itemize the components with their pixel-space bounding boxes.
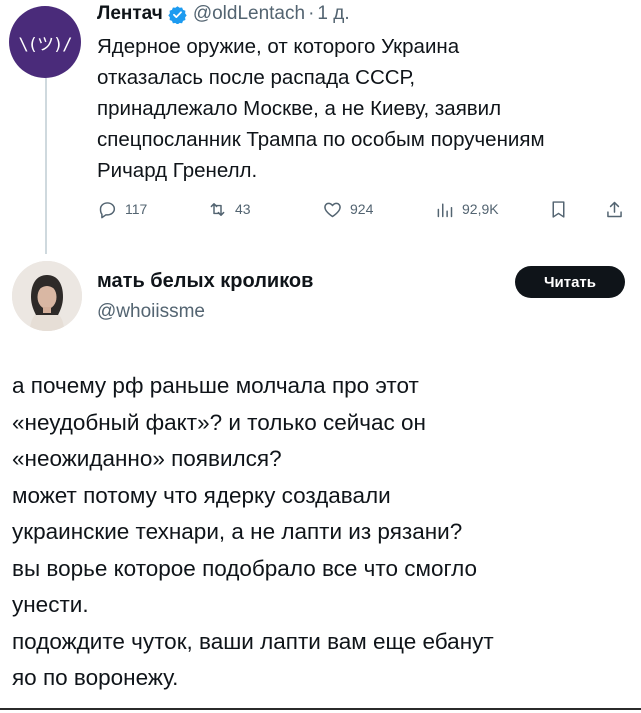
tweet-text-line: Ричард Гренелл.	[97, 159, 258, 182]
bookmark-icon	[552, 200, 565, 218]
tweet-text-line: принадлежало Москве, а не Киеву, заявил	[97, 97, 502, 120]
reply-text-line: унести.	[12, 592, 89, 617]
reply-text-line: яо по воронежу.	[12, 665, 179, 690]
thread-connector-line	[45, 76, 47, 254]
tweet-date[interactable]: 1 д.	[317, 3, 349, 25]
profile-photo-image	[12, 261, 82, 331]
share-icon	[607, 201, 622, 217]
author-handle[interactable]: @oldLentach	[193, 3, 305, 25]
reply-author-avatar[interactable]	[12, 261, 82, 331]
reply-button[interactable]: 117	[97, 194, 147, 224]
follow-read-button[interactable]: Читать	[515, 266, 625, 298]
views-button[interactable]: 92,9K	[434, 194, 499, 224]
repost-count: 43	[235, 201, 251, 217]
tweet-header: Лентач @oldLentach · 1 д.	[97, 3, 350, 25]
lentach-avatar[interactable]: \(ツ)/	[9, 6, 81, 78]
views-count: 92,9K	[462, 201, 499, 217]
screenshot: \(ツ)/ Лентач @oldLentach · 1 д. Ядерное …	[0, 0, 641, 713]
reply-text: а почему рф раньше молчала про этот «неу…	[12, 368, 632, 697]
tweet-text-line: Ядерное оружие, от которого Украина	[97, 35, 460, 58]
reply-count: 117	[125, 201, 148, 217]
views-chart-icon	[437, 203, 453, 217]
bottom-divider	[0, 708, 641, 710]
repost-icon	[210, 202, 225, 216]
reply-text-line: вы ворье которое подобрало все что смогл…	[12, 555, 478, 581]
reply-text-line: а почему рф раньше молчала про этот	[12, 373, 419, 398]
tweet-text-line: отказалась после распада СССР,	[97, 66, 416, 89]
author-name[interactable]: Лентач	[97, 3, 163, 25]
share-button[interactable]	[604, 194, 625, 224]
like-count: 924	[350, 201, 374, 217]
reply-text-line: «неожиданно» появился?	[12, 446, 282, 471]
verified-badge-icon	[168, 5, 187, 24]
reply-text-line: украинские технари, а не лапти из рязани…	[12, 519, 463, 544]
reply-icon	[99, 201, 116, 218]
tweet-text: Ядерное оружие, от которого Украина отка…	[97, 31, 637, 186]
tweet-text-line: спецпосланник Трампа по особым поручения…	[97, 128, 545, 151]
reply-text-line: может потому что ядерку создавали	[12, 482, 391, 508]
heart-icon	[324, 202, 341, 217]
avatar-logo-text: \(ツ)/	[18, 34, 73, 55]
reply-text-line: «неудобный факт»? и только сейчас он	[12, 409, 426, 435]
tweet-actions-bar: 117 43 924 92,9K	[97, 194, 637, 224]
reply-author-handle[interactable]: @whoiissme	[97, 301, 205, 323]
reply-text-line: подождите чуток, ваши лапти вам еще ебан…	[12, 628, 494, 654]
reply-author-name[interactable]: мать белых кроликов	[97, 270, 313, 293]
header-separator: ·	[308, 3, 315, 24]
like-button[interactable]: 924	[322, 194, 373, 224]
repost-button[interactable]: 43	[207, 194, 251, 224]
bookmark-button[interactable]	[548, 194, 569, 224]
